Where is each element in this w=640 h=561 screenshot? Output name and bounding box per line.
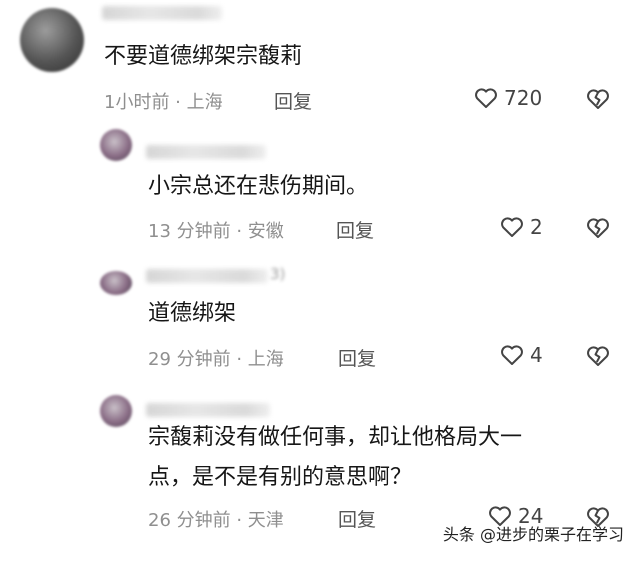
broken-heart-icon (586, 345, 610, 367)
comment-text-line-2: 点，是不是有别的意思啊？ (148, 465, 413, 490)
username-blurred[interactable] (102, 6, 222, 20)
broken-heart-icon (586, 217, 610, 239)
comment-meta: 26 分钟前 · 天津 (148, 510, 284, 531)
heart-outline-icon (500, 344, 524, 366)
dislike-button[interactable] (586, 88, 610, 110)
like-count: 720 (504, 86, 543, 110)
comment-text: 道德绑架 (148, 301, 237, 326)
username-suffix: 3) (270, 265, 286, 283)
dislike-button[interactable] (586, 345, 610, 367)
comment-item: 小宗总还在悲伤期间。 13 分钟前 · 安徽 回复 2 (0, 125, 640, 255)
like-button[interactable]: 720 (474, 86, 542, 110)
comment-item: 3) 道德绑架 29 分钟前 · 上海 回复 4 (0, 255, 640, 385)
avatar[interactable] (20, 8, 84, 72)
broken-heart-icon (586, 88, 610, 110)
heart-outline-icon (474, 87, 498, 109)
avatar[interactable] (100, 129, 132, 161)
like-count: 4 (530, 343, 543, 367)
reply-button[interactable]: 回复 (338, 344, 376, 371)
comment-meta: 13 分钟前 · 安徽 (148, 221, 284, 242)
comment-text-line-1: 宗馥莉没有做任何事，却让他格局大一 (148, 425, 523, 450)
avatar[interactable] (100, 271, 132, 295)
reply-button[interactable]: 回复 (338, 505, 376, 532)
avatar[interactable] (100, 395, 132, 427)
like-button[interactable]: 2 (500, 215, 543, 239)
comment-text: 不要道德绑架宗馥莉 (104, 44, 303, 69)
username-blurred[interactable] (146, 269, 268, 283)
username-blurred[interactable] (146, 403, 270, 417)
like-count: 2 (530, 215, 543, 239)
comment-meta: 1小时前 · 上海 (104, 92, 223, 113)
reply-button[interactable]: 回复 (336, 216, 374, 243)
comment-item: 不要道德绑架宗馥莉 1小时前 · 上海 回复 720 (0, 0, 640, 125)
dislike-button[interactable] (586, 217, 610, 239)
comment-text: 小宗总还在悲伤期间。 (148, 174, 369, 199)
reply-button[interactable]: 回复 (274, 87, 312, 114)
watermark: 头条 @进步的栗子在学习 (442, 525, 624, 544)
like-button[interactable]: 4 (500, 343, 543, 367)
comment-meta: 29 分钟前 · 上海 (148, 349, 284, 370)
heart-outline-icon (500, 216, 524, 238)
username-blurred[interactable] (146, 145, 266, 159)
